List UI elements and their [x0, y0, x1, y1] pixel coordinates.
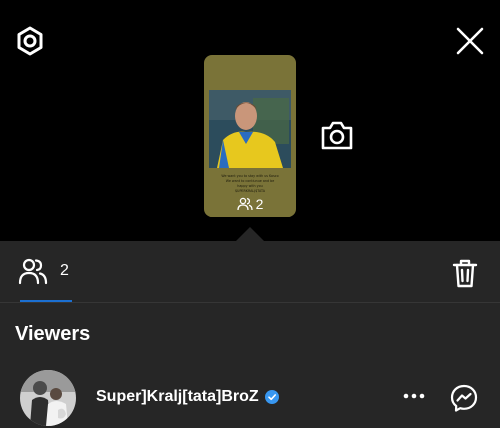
tab-viewers-count: 2: [60, 262, 69, 279]
story-caption-line: We want to contiunue and be: [226, 179, 275, 183]
more-dots-icon[interactable]: [403, 393, 425, 399]
viewer-username: Super]Kralj[tata]BroZ: [96, 388, 259, 405]
story-caption-line: We want you to stay with us Kosco: [221, 174, 278, 178]
section-title: Viewers: [15, 323, 91, 345]
story-caption-line: happy with you: [237, 184, 262, 188]
story-viewer-count-value: 2: [255, 196, 264, 212]
viewers-sheet: 2 Viewers Super]Kralj[tata]BroZ: [0, 241, 500, 428]
people-icon: [18, 258, 48, 285]
tab-active-indicator: [20, 300, 72, 302]
people-icon: [236, 197, 253, 211]
story-caption-line: $UPERKRALJ$TATA: [235, 189, 266, 193]
avatar[interactable]: [20, 370, 76, 426]
tab-viewers[interactable]: 2: [18, 257, 69, 285]
viewer-name[interactable]: Super]Kralj[tata]BroZ: [96, 388, 279, 406]
gear-icon[interactable]: [14, 25, 46, 57]
story-preview-area: We want you to stay with us Kosco We wan…: [0, 0, 500, 241]
story-thumbnail[interactable]: We want you to stay with us Kosco We wan…: [204, 55, 296, 217]
camera-icon[interactable]: [320, 119, 354, 151]
thumbnail-pointer: [236, 227, 264, 241]
trash-icon[interactable]: [452, 258, 478, 288]
verified-badge-icon: [264, 390, 279, 404]
messenger-icon[interactable]: [450, 384, 478, 412]
viewer-row[interactable]: Super]Kralj[tata]BroZ: [0, 367, 500, 428]
close-icon[interactable]: [455, 26, 485, 56]
sheet-tabbar: 2: [0, 241, 500, 303]
story-viewer-count: 2: [204, 196, 296, 212]
avatar-image: [20, 370, 76, 426]
